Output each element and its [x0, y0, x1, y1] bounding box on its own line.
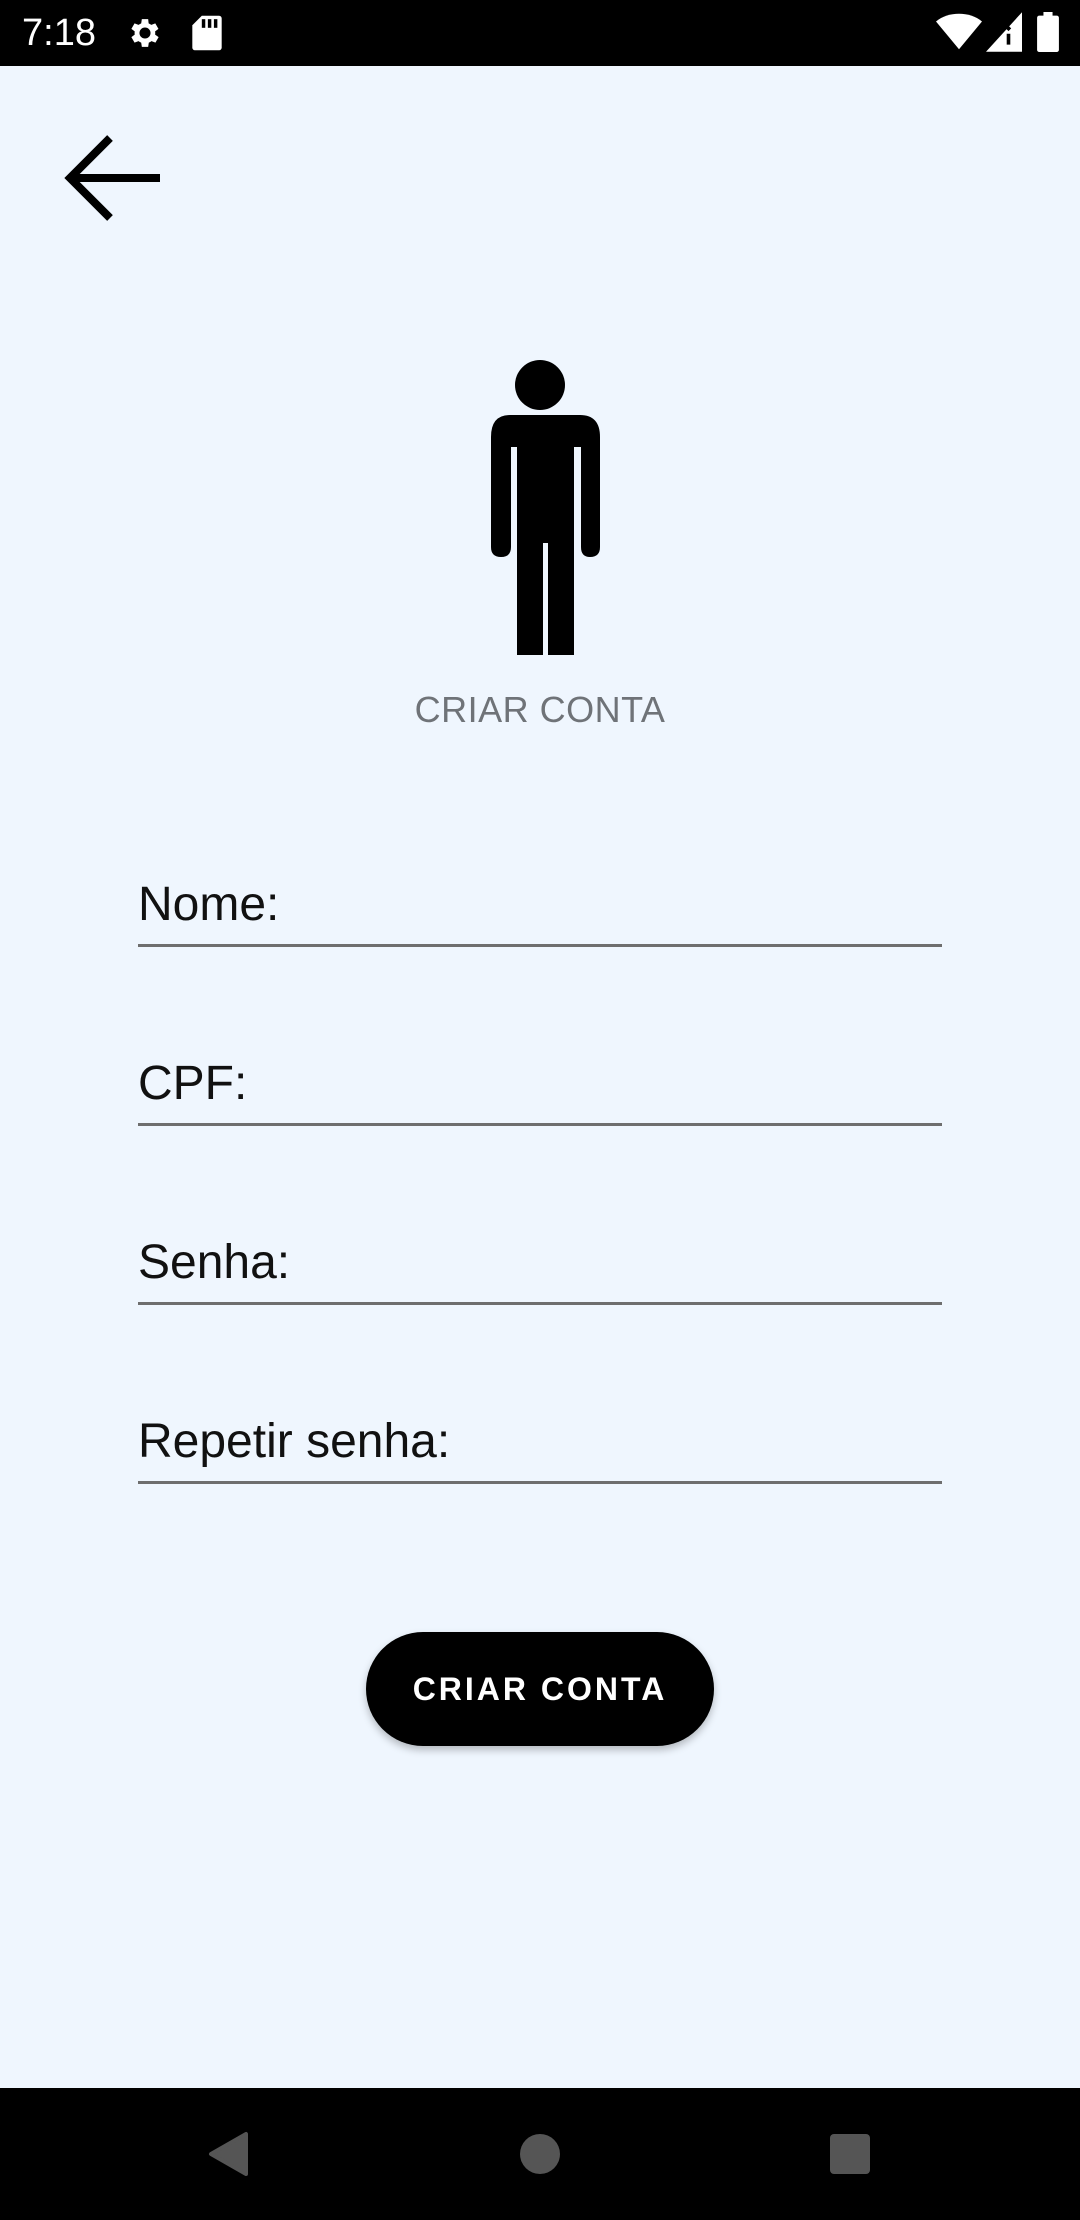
page-title: CRIAR CONTA	[414, 689, 666, 730]
system-nav-bar	[0, 2088, 1080, 2220]
cpf-input[interactable]	[138, 1053, 942, 1113]
repeat-password-field[interactable]	[138, 1405, 942, 1484]
back-triangle-icon	[209, 2132, 248, 2176]
signal-icon	[986, 12, 1022, 57]
repeat-password-input[interactable]	[138, 1411, 942, 1471]
status-time: 7:18	[22, 12, 96, 54]
create-account-screen: 7:18 CRIAR CONTA Nome: CPF: CRIAR CONTA	[0, 0, 1080, 2220]
name-input[interactable]	[138, 874, 942, 934]
sd-card-icon	[190, 14, 224, 57]
create-account-button[interactable]: CRIAR CONTA	[366, 1632, 714, 1746]
password-field[interactable]	[138, 1226, 942, 1305]
arrow-back-icon	[64, 135, 160, 221]
cpf-field[interactable]	[138, 1047, 942, 1126]
nav-home-button[interactable]	[470, 2088, 610, 2220]
status-bar: 7:18	[0, 0, 1080, 66]
wifi-icon	[936, 12, 982, 57]
name-field[interactable]	[138, 868, 942, 947]
home-circle-icon	[520, 2134, 560, 2174]
password-input[interactable]	[138, 1232, 942, 1292]
recents-square-icon	[830, 2134, 870, 2174]
battery-icon	[1036, 12, 1060, 57]
back-button[interactable]	[52, 118, 172, 238]
gear-icon	[126, 14, 164, 57]
nav-recents-button[interactable]	[780, 2088, 920, 2220]
nav-back-button[interactable]	[156, 2088, 296, 2220]
person-icon	[470, 355, 610, 689]
